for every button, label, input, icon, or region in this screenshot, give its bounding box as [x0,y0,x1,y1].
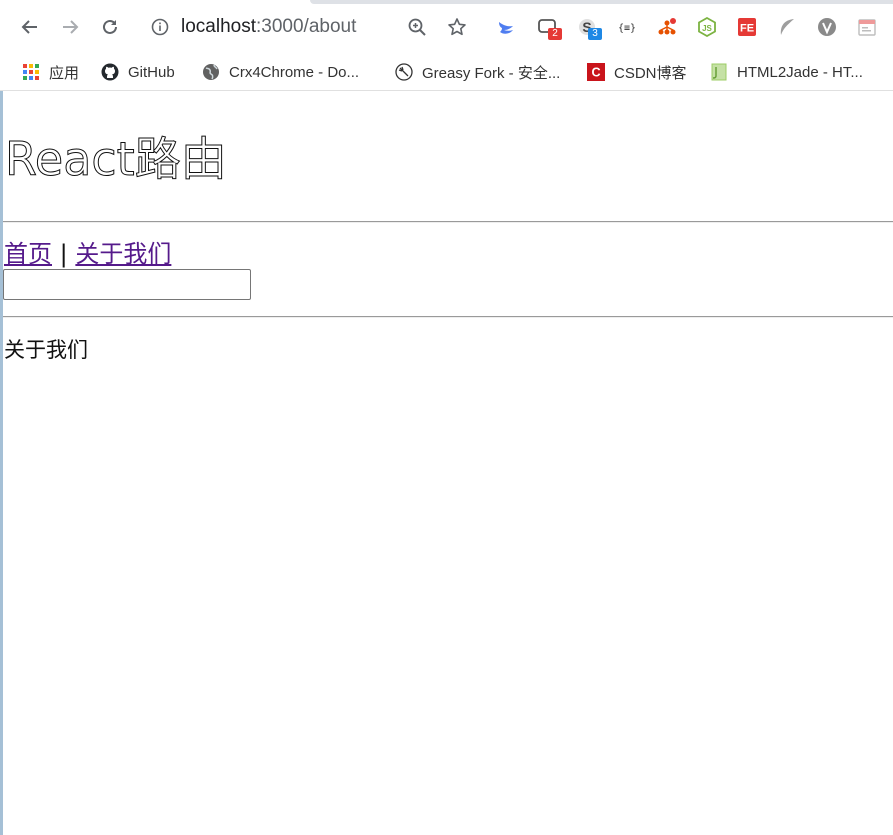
bookmark-label: HTML2Jade - HT... [737,63,863,81]
bookmark-crx4chrome[interactable]: Crx4Chrome - Do... [202,60,359,84]
divider [3,221,893,223]
browser-toolbar: localhost:3000/about 2 S 3 {≡} JS FE [0,0,893,54]
text-input[interactable] [3,269,251,300]
swift-bird-icon[interactable] [496,16,518,38]
bookmark-label: CSDN博客 [614,64,687,82]
s-extension-badge: 3 [588,28,602,40]
nav-separator: | [59,240,68,268]
nav-link-about[interactable]: 关于我们 [75,240,171,268]
github-icon [101,63,119,81]
url-host: localhost [181,16,256,37]
apps-grid-icon [22,63,40,81]
arrow-right-icon [63,20,79,34]
network-extension-icon[interactable] [656,16,678,38]
calendar-extension-icon[interactable] [856,16,878,38]
globe-icon [202,63,220,81]
bookmark-label: GitHub [128,63,175,81]
s-extension-icon[interactable]: S 3 [576,16,602,40]
bookmark-label: Greasy Fork - 安全... [422,64,561,82]
json-extension-icon[interactable]: {≡} [616,16,638,38]
svg-text:C: C [591,66,600,80]
tab-strip-edge [310,0,893,4]
arrow-left-icon [21,20,37,34]
star-icon [448,18,466,36]
divider [3,316,893,318]
chat-extension-icon[interactable]: 2 [536,16,562,40]
bookmark-label: 应用 [49,64,80,82]
html2jade-icon [710,63,728,81]
zoom-icon [408,18,426,36]
bookmarks-bar: 应用 GitHub Crx4Chrome - Do... Greasy Fork… [0,54,893,91]
bookmark-github[interactable]: GitHub [101,60,175,84]
bookmark-star-button[interactable] [444,14,470,40]
forward-button[interactable] [57,14,83,40]
svg-text:FE: FE [740,23,754,35]
about-content: 关于我们 [4,338,88,362]
v-extension-icon[interactable] [816,16,838,38]
fe-extension-icon[interactable]: FE [736,16,758,38]
csdn-icon: C [587,63,605,81]
nav-link-home[interactable]: 首页 [4,240,52,268]
zoom-button[interactable] [404,14,430,40]
chat-extension-badge: 2 [548,28,562,40]
nodejs-extension-icon[interactable]: JS [696,16,718,38]
url-text[interactable]: localhost:3000/about [181,16,356,38]
url-path: :3000/about [256,16,357,37]
bookmark-label: Crx4Chrome - Do... [229,63,360,81]
page-content: React路由 首页 | 关于我们 关于我们 [0,91,893,835]
reload-button[interactable] [97,14,123,40]
info-icon[interactable] [151,18,169,36]
bookmark-apps[interactable]: 应用 [22,60,79,84]
page-title: React路由 [5,132,228,187]
bookmark-greasyfork[interactable]: Greasy Fork - 安全... [395,60,560,84]
back-button[interactable] [17,14,43,40]
greasyfork-icon [395,63,413,81]
svg-text:{≡}: {≡} [618,23,636,34]
leaf-extension-icon[interactable] [776,16,798,38]
svg-text:JS: JS [702,24,712,33]
page-nav: 首页 | 关于我们 [4,240,171,268]
reload-icon [103,19,117,34]
bookmark-html2jade[interactable]: HTML2Jade - HT... [710,60,863,84]
bookmark-csdn[interactable]: C CSDN博客 [587,60,687,84]
